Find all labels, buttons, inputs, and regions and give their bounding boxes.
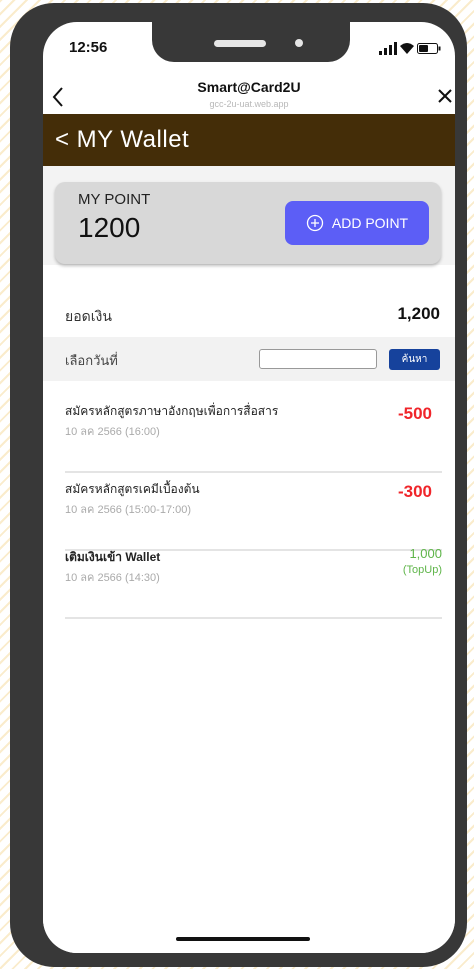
front-camera <box>295 39 303 47</box>
transaction-date: 10 ลค 2566 (15:00-17:00) <box>65 504 192 516</box>
add-point-label: ADD POINT <box>331 215 409 231</box>
phone-screen: 12:56 Smart@Card2U gcc-2u-uat.web.app < … <box>43 22 455 953</box>
balance-label: ยอดเงิน <box>65 308 112 324</box>
topup-tag: (TopUp) <box>402 564 442 576</box>
date-filter-label: เลือกวันที่ <box>65 353 118 368</box>
plus-circle-icon <box>306 214 324 232</box>
point-label: MY POINT <box>78 191 151 208</box>
transaction-amount: -500 <box>397 404 432 423</box>
browser-url: gcc-2u-uat.web.app <box>209 99 289 109</box>
app-header: < MY Wallet <box>43 114 455 166</box>
browser-bar: Smart@Card2U gcc-2u-uat.web.app <box>43 77 455 113</box>
page-title[interactable]: < MY Wallet <box>55 126 189 154</box>
search-button[interactable]: ค้นหา <box>389 349 440 370</box>
wifi-icon <box>400 43 414 54</box>
balance-row: ยอดเงิน 1,200 <box>43 300 455 330</box>
status-time: 12:56 <box>69 39 108 56</box>
transaction-title: สมัครหลักสูตรเคมีเบื้องต้น <box>65 482 200 496</box>
transaction-date: 10 ลค 2566 (14:30) <box>65 572 160 584</box>
date-filter-row: เลือกวันที่ ค้นหา <box>43 337 455 381</box>
point-card: MY POINT 1200 ADD POINT <box>55 182 441 264</box>
balance-value: 1,200 <box>397 304 440 323</box>
close-icon[interactable] <box>437 88 453 104</box>
transaction-amount: 1,000 <box>409 546 442 561</box>
notch <box>152 22 350 62</box>
transaction-amount: -300 <box>397 482 432 501</box>
transaction-item[interactable]: สมัครหลักสูตรภาษาอังกฤษเพื่อการสื่อสาร 1… <box>65 402 442 473</box>
signal-icon <box>379 42 397 55</box>
browser-title: Smart@Card2U <box>197 79 301 95</box>
wallet-content: MY POINT 1200 ADD POINT ยอดเงิน 1,200 เล… <box>43 166 455 953</box>
add-point-button[interactable]: ADD POINT <box>285 201 429 245</box>
battery-icon <box>417 43 441 54</box>
date-input[interactable] <box>259 349 377 369</box>
phone-frame: 12:56 Smart@Card2U gcc-2u-uat.web.app < … <box>10 3 467 967</box>
transaction-title: สมัครหลักสูตรภาษาอังกฤษเพื่อการสื่อสาร <box>65 404 279 418</box>
transaction-title: เติมเงินเข้า Wallet <box>65 550 161 564</box>
status-icons <box>379 42 441 56</box>
transaction-item[interactable]: เติมเงินเข้า Wallet 10 ลค 2566 (14:30) 1… <box>65 546 442 619</box>
transaction-date: 10 ลค 2566 (16:00) <box>65 426 160 438</box>
transaction-item[interactable]: สมัครหลักสูตรเคมีเบื้องต้น 10 ลค 2566 (1… <box>65 480 442 551</box>
point-section: MY POINT 1200 ADD POINT <box>43 166 455 265</box>
speaker-grille <box>214 40 266 47</box>
home-indicator[interactable] <box>176 937 310 941</box>
point-value: 1200 <box>78 212 141 243</box>
